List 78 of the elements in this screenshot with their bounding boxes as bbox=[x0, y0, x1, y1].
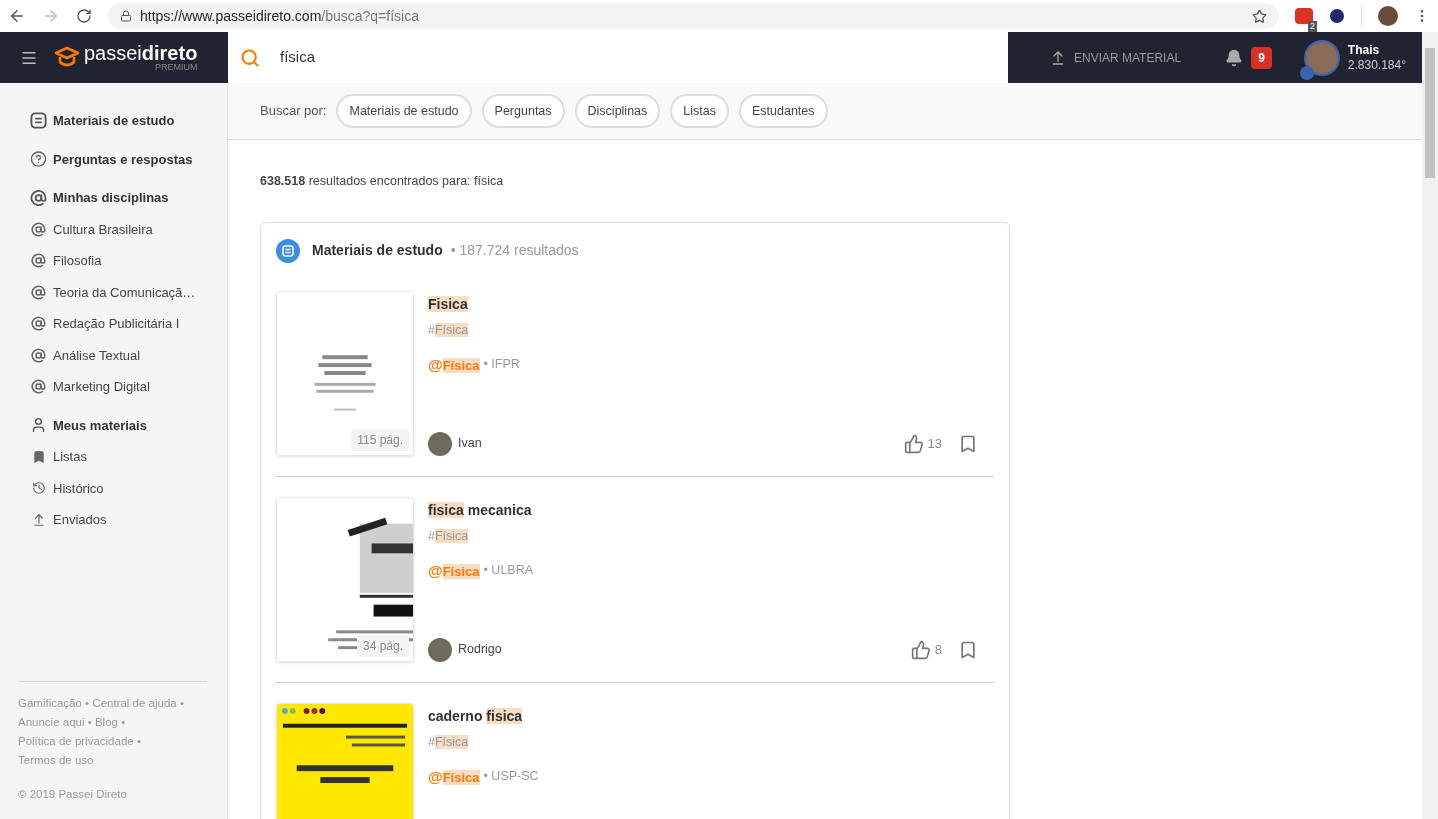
search-field[interactable]: física bbox=[228, 32, 1008, 83]
author-avatar bbox=[428, 637, 452, 662]
page-count: 115 pág. bbox=[351, 428, 409, 451]
premium-label: PREMIUM bbox=[154, 63, 198, 72]
filter-chip[interactable]: Materiais de estudo bbox=[336, 94, 472, 128]
reload-icon[interactable] bbox=[76, 8, 92, 24]
filter-chip[interactable]: Listas bbox=[670, 94, 729, 128]
copyright: © 2019 Passei Direto bbox=[18, 786, 128, 802]
user-icon bbox=[30, 416, 47, 435]
at-sign-icon bbox=[31, 284, 46, 300]
at-sign-icon bbox=[31, 221, 46, 237]
institution: • USP-SC bbox=[483, 768, 539, 786]
sidebar-item[interactable]: Enviados bbox=[30, 510, 207, 530]
scrollbar[interactable] bbox=[1422, 32, 1438, 819]
upload-icon bbox=[31, 512, 46, 527]
section-title: Materiais de estudo bbox=[312, 241, 443, 261]
material-title[interactable]: caderno fisica bbox=[428, 705, 523, 727]
profile-avatar[interactable] bbox=[1378, 6, 1398, 26]
extension-badge: 2 bbox=[1308, 21, 1317, 32]
at-sign-icon bbox=[31, 379, 46, 395]
address-bar[interactable]: https://www.passeidireto.com/busca?q=física bbox=[108, 3, 1279, 29]
sidebar-item[interactable]: Análise Textual bbox=[30, 345, 207, 365]
sidebar-section[interactable]: Minhas disciplinas bbox=[30, 188, 207, 208]
institution: • ULBRA bbox=[483, 562, 534, 580]
sidebar-section[interactable]: Perguntas e respostas bbox=[30, 149, 207, 169]
badge-icon bbox=[1299, 65, 1314, 80]
material-title[interactable]: Fisica bbox=[428, 293, 468, 315]
results-summary: 638.518 resultados encontrados para: física bbox=[260, 173, 505, 190]
notification-count: 9 bbox=[1251, 46, 1272, 69]
footer-links: Gamificação • Central de ajuda • Anuncie aqui • Blog • Política de privacidade • Termos de uso bbox=[18, 695, 185, 768]
bookmark-icon[interactable] bbox=[958, 639, 978, 660]
author-name[interactable]: Rodrigo bbox=[458, 640, 502, 660]
notification-icon[interactable] bbox=[1225, 48, 1244, 67]
sidebar-section[interactable]: Meus materiais bbox=[30, 415, 207, 435]
sidebar-item[interactable]: Filosofia bbox=[30, 251, 207, 271]
document-icon bbox=[30, 112, 47, 130]
document-icon bbox=[276, 238, 300, 263]
search-icon bbox=[240, 47, 260, 68]
sidebar-item[interactable]: Cultura Brasileira bbox=[30, 219, 207, 239]
material-title[interactable]: fisica mecanica bbox=[428, 499, 532, 521]
author-name[interactable]: Ivan bbox=[458, 434, 482, 454]
filter-label: Buscar por: bbox=[260, 102, 327, 121]
logo-text: passeidireto bbox=[84, 43, 198, 63]
history-icon bbox=[31, 481, 46, 496]
lock-icon bbox=[120, 10, 132, 22]
like-icon[interactable] bbox=[903, 433, 924, 454]
sidebar-item[interactable]: Histórico bbox=[30, 478, 207, 498]
like-count: 8 bbox=[934, 641, 942, 659]
filter-chip[interactable]: Disciplinas bbox=[574, 94, 661, 128]
url-text: https://www.passeidireto.com/busca?q=física bbox=[140, 6, 420, 26]
sidebar-item[interactable]: Marketing Digital bbox=[30, 377, 207, 397]
question-icon bbox=[30, 150, 47, 169]
user-name[interactable]: Thais bbox=[1347, 42, 1406, 58]
upload-icon bbox=[1050, 49, 1066, 66]
search-input[interactable]: física bbox=[280, 46, 996, 69]
bookmark-star-icon[interactable] bbox=[1252, 8, 1267, 24]
back-icon[interactable] bbox=[8, 7, 26, 25]
user-points: 2.830.184° bbox=[1347, 57, 1406, 73]
sidebar-item[interactable]: Listas bbox=[30, 447, 207, 467]
like-icon[interactable] bbox=[910, 639, 931, 660]
filter-chip[interactable]: Perguntas bbox=[481, 94, 565, 128]
sidebar-item[interactable]: Teoria da Comunicaçã… bbox=[30, 282, 207, 302]
bookmark-icon[interactable] bbox=[958, 433, 978, 454]
at-sign-icon bbox=[31, 347, 46, 363]
extension-icon[interactable] bbox=[1329, 8, 1345, 24]
result-count: • 187.724 resultados bbox=[450, 241, 579, 261]
institution: • IFPR bbox=[483, 356, 520, 374]
at-sign-icon bbox=[31, 316, 46, 332]
bookmark-icon bbox=[31, 449, 46, 464]
user-avatar[interactable] bbox=[1303, 39, 1340, 76]
sidebar-section[interactable]: Materiais de estudo bbox=[30, 111, 207, 131]
upload-button[interactable]: ENVIAR MATERIAL bbox=[1050, 48, 1182, 67]
filter-chip[interactable]: Estudantes bbox=[738, 94, 828, 128]
like-count: 13 bbox=[927, 435, 942, 453]
sidebar-item[interactable]: Redação Publicitária I bbox=[30, 314, 207, 334]
at-sign-icon bbox=[31, 253, 46, 269]
at-sign-icon bbox=[30, 188, 47, 207]
author-avatar bbox=[428, 431, 452, 456]
